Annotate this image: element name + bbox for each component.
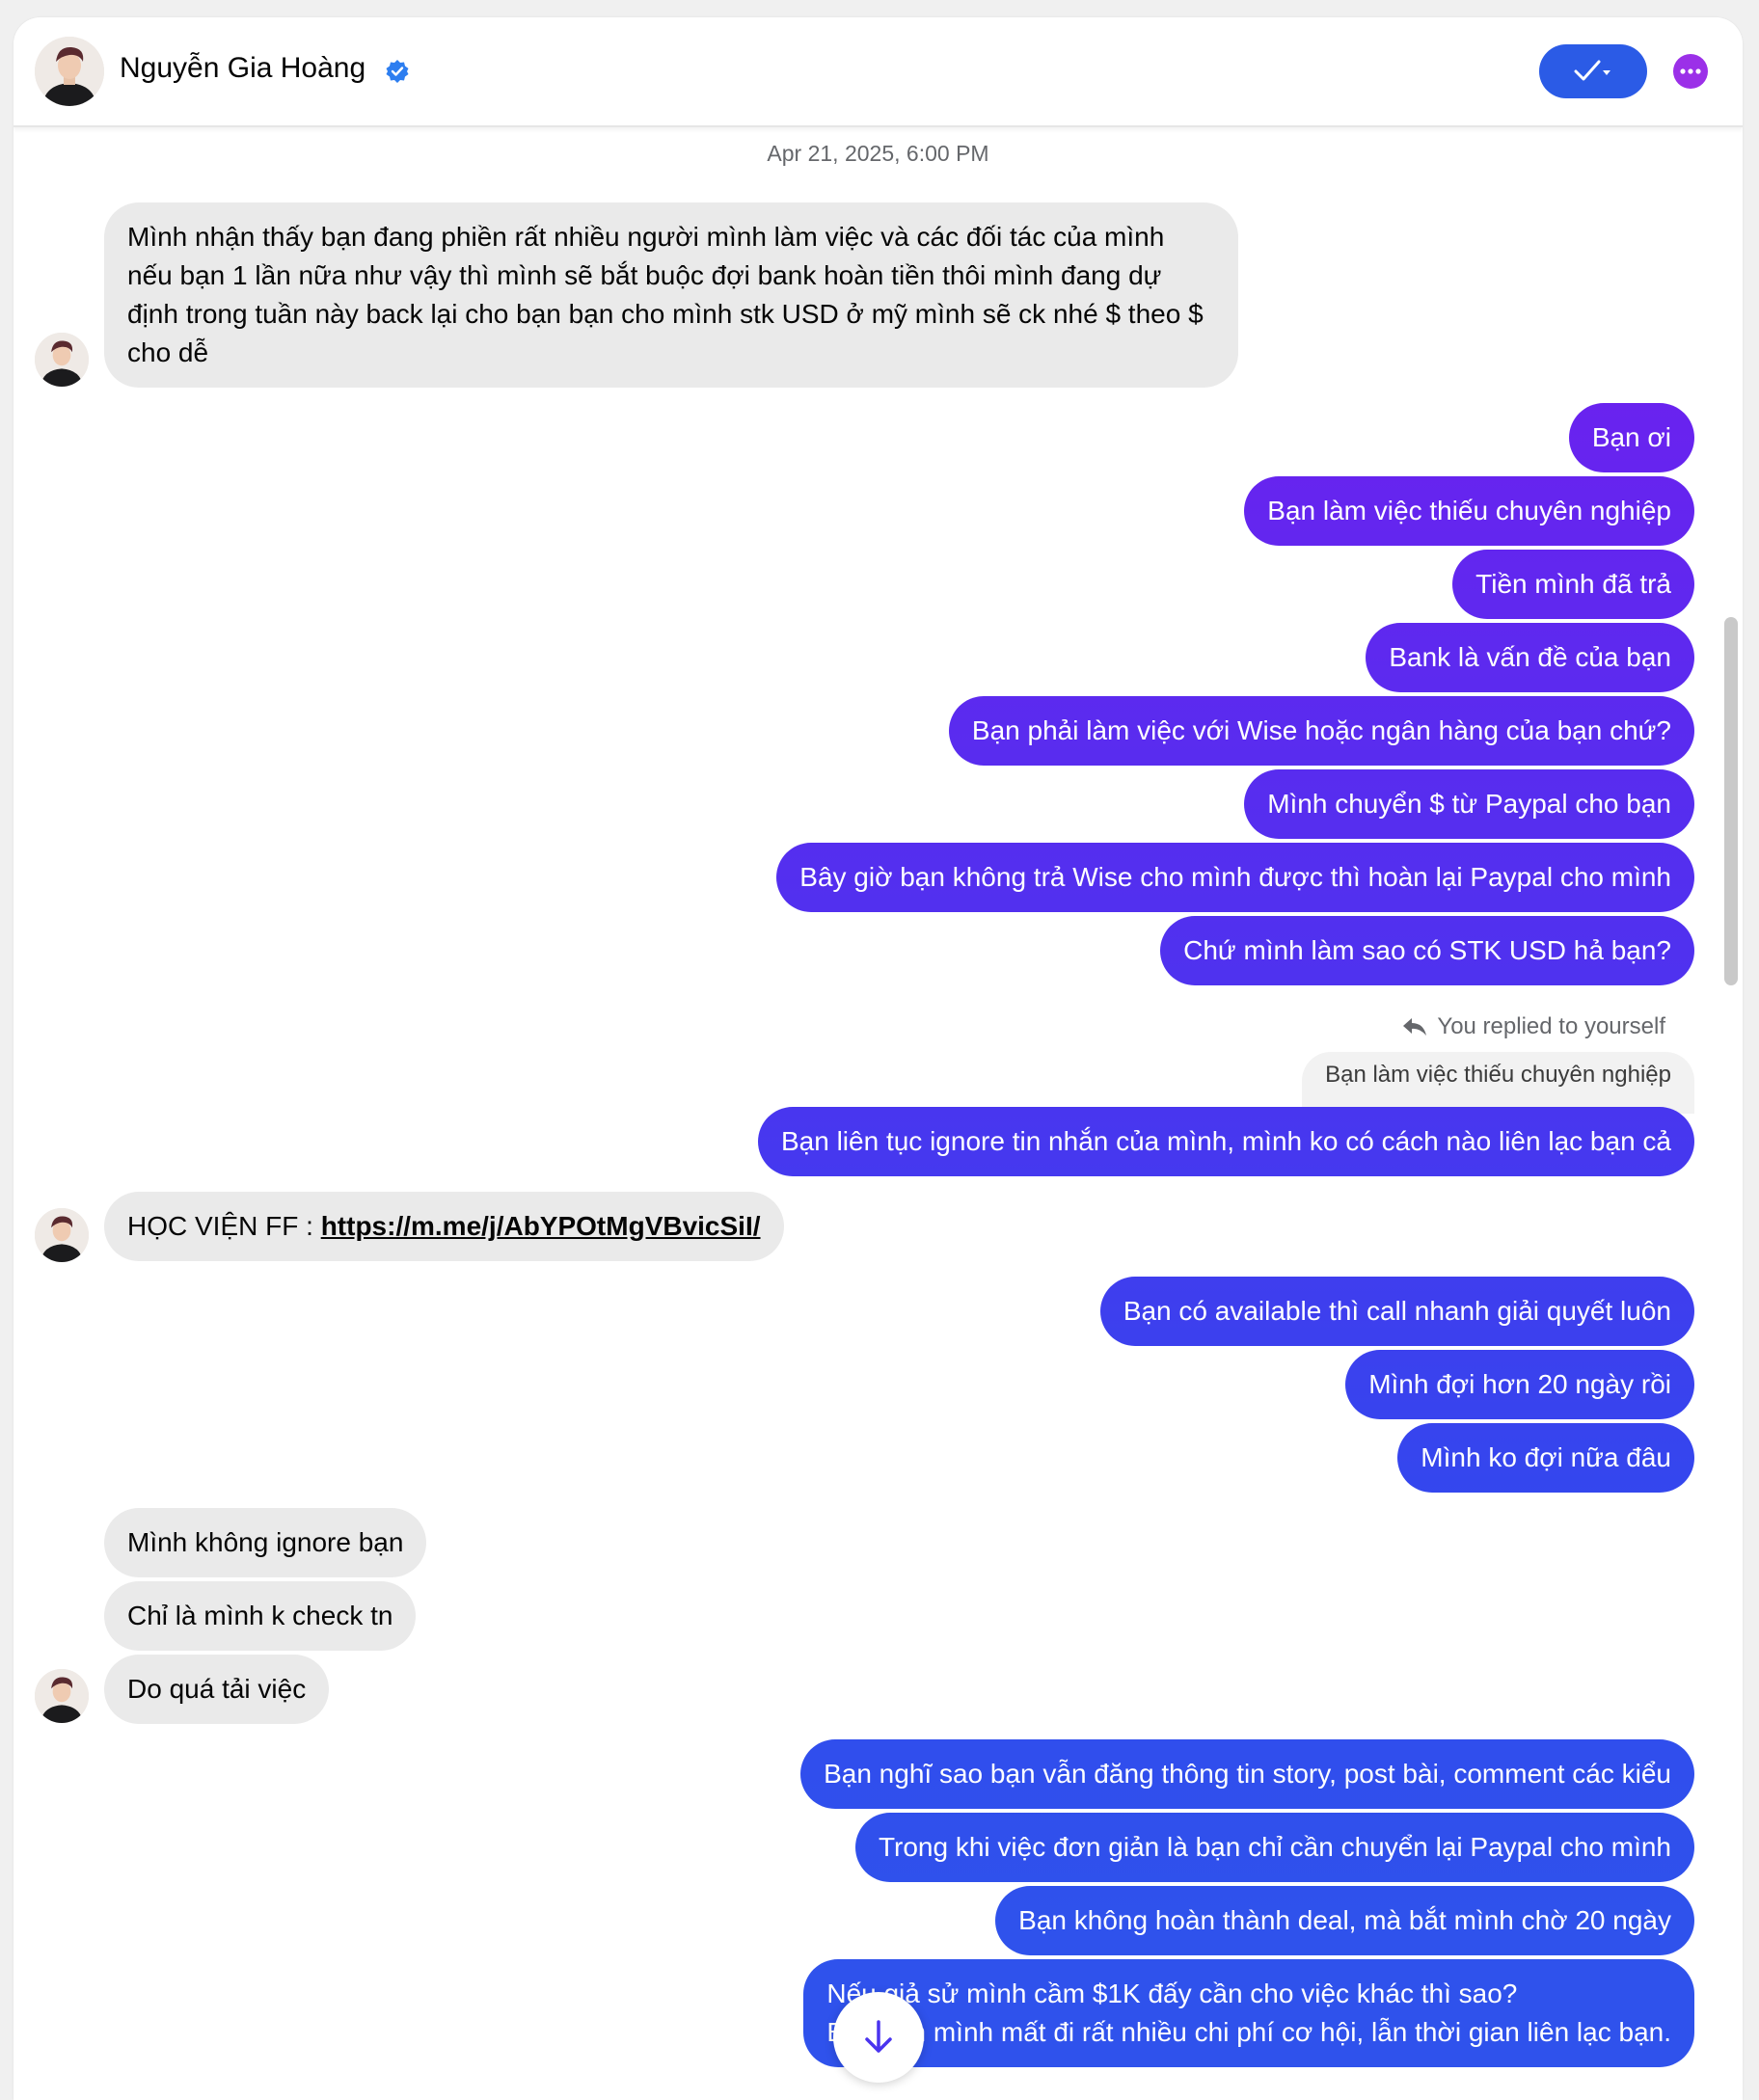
outgoing-message[interactable]: Mình ko đợi nữa đâu — [1397, 1423, 1694, 1493]
reply-note: You replied to yourself — [1402, 1013, 1665, 1040]
incoming-message[interactable]: Do quá tải việc — [104, 1655, 330, 1724]
outgoing-message[interactable]: Mình đợi hơn 20 ngày rồi — [1345, 1350, 1694, 1419]
outgoing-message[interactable]: Bạn liên tục ignore tin nhắn của mình, m… — [757, 1107, 1694, 1176]
mark-done-button[interactable] — [1539, 44, 1647, 98]
outgoing-message[interactable]: Trong khi việc đơn giản là bạn chỉ cần c… — [854, 1813, 1694, 1882]
contact-avatar[interactable] — [35, 37, 104, 106]
incoming-message[interactable]: Mình không ignore bạn — [104, 1508, 427, 1577]
outgoing-message[interactable]: Bây giờ bạn không trả Wise cho mình được… — [776, 843, 1694, 912]
check-dropdown-icon — [1574, 60, 1610, 81]
outgoing-message[interactable]: Chứ mình làm sao có STK USD hả bạn? — [1160, 916, 1694, 985]
chat-header: Nguyễn Gia Hoàng — [14, 17, 1743, 127]
outgoing-message[interactable]: Bạn nghĩ sao bạn vẫn đăng thông tin stor… — [800, 1739, 1694, 1809]
outgoing-message[interactable]: Tiền mình đã trả — [1452, 550, 1694, 619]
scrollbar[interactable] — [1724, 617, 1738, 985]
outgoing-message[interactable]: Bạn có available thì call nhanh giải quy… — [1099, 1277, 1694, 1346]
outgoing-message[interactable]: Nếu giả sử mình cầm $1K đấy cần cho việc… — [803, 1959, 1694, 2067]
outgoing-message[interactable]: Bạn ơi — [1568, 403, 1694, 472]
contact-avatar-small[interactable] — [35, 333, 89, 387]
contact-name[interactable]: Nguyễn Gia Hoàng — [120, 52, 365, 85]
message-line: Bạn làm mình mất đi rất nhiều chi phí cơ… — [826, 2017, 1671, 2047]
outgoing-message[interactable]: Bạn làm việc thiếu chuyên nghiệp — [1244, 476, 1694, 546]
message-timestamp: Apr 21, 2025, 6:00 PM — [767, 141, 989, 166]
outgoing-message[interactable]: Bạn không hoàn thành deal, mà bắt mình c… — [995, 1886, 1694, 1955]
chat-window: Nguyễn Gia Hoàng Apr 21, 2025, 6:00 PM M… — [14, 17, 1743, 2100]
more-options-button[interactable] — [1673, 54, 1708, 89]
incoming-message[interactable]: Mình nhận thấy bạn đang phiền rất nhiều … — [104, 202, 1238, 388]
incoming-message[interactable]: HỌC VIỆN FF : https://m.me/j/AbYPOtMgVBv… — [104, 1192, 784, 1261]
arrow-down-icon — [865, 2020, 892, 2053]
more-options-icon — [1680, 68, 1701, 74]
message-text: HỌC VIỆN FF : — [127, 1211, 321, 1241]
contact-avatar-small[interactable] — [35, 1669, 89, 1723]
scroll-to-bottom-button[interactable] — [833, 1992, 924, 2083]
outgoing-message[interactable]: Mình chuyển $ từ Paypal cho bạn — [1244, 769, 1694, 839]
contact-avatar-small[interactable] — [35, 1208, 89, 1262]
message-line: Nếu giả sử mình cầm $1K đấy cần cho việc… — [826, 1979, 1518, 2008]
outgoing-message[interactable]: Bank là vấn đề của bạn — [1366, 623, 1694, 692]
outgoing-message[interactable]: Bạn phải làm việc với Wise hoặc ngân hàn… — [948, 696, 1694, 766]
quoted-message[interactable]: Bạn làm việc thiếu chuyên nghiệp — [1302, 1052, 1694, 1114]
verified-badge-icon — [386, 60, 409, 83]
reply-arrow-icon — [1403, 1018, 1427, 1036]
reply-note-text: You replied to yourself — [1437, 1013, 1665, 1039]
incoming-message[interactable]: Chỉ là mình k check tn — [104, 1581, 417, 1651]
group-link[interactable]: https://m.me/j/AbYPOtMgVBvicSiI/ — [321, 1211, 761, 1241]
